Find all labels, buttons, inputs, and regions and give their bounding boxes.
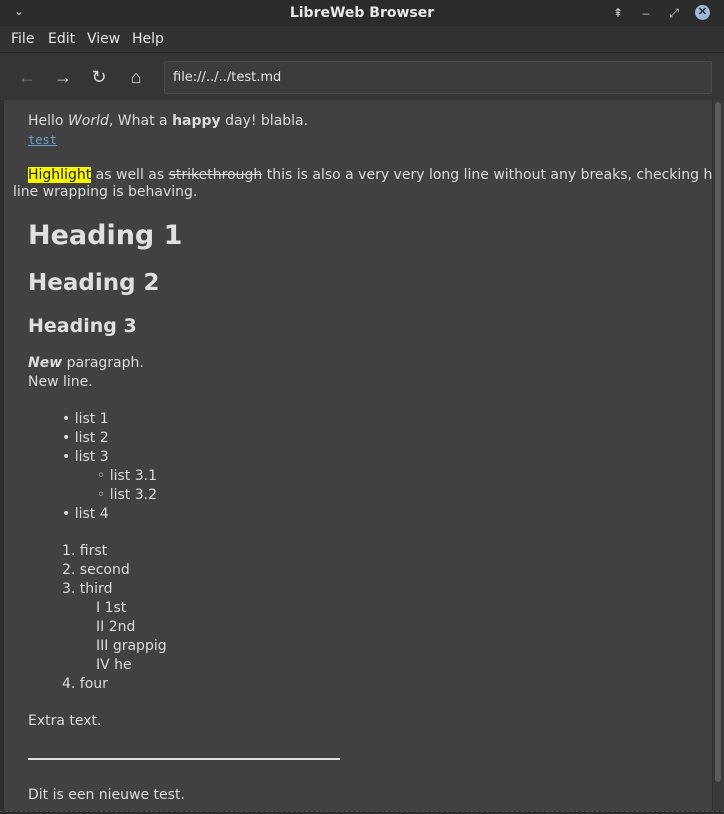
wrapped-line: line wrapping is behaving. [13,184,198,200]
minimize-icon[interactable]: – [638,5,654,21]
menu-view[interactable]: View [87,31,120,47]
menu-bar: File Edit View Help [0,26,724,52]
bold-text: happy [172,113,221,129]
text-span: as well as [91,167,169,183]
list-item: ◦ list 3.1 [97,468,157,484]
menu-help[interactable]: Help [132,31,164,47]
list-item: 1. first [62,543,108,559]
strikethrough-text: strikethrough [168,167,263,183]
menu-file[interactable]: File [11,31,34,47]
text-span: paragraph. [62,355,144,371]
list-item: II 2nd [96,619,136,635]
list-item: • list 3 [62,449,109,465]
title-bar: ⌄ LibreWeb Browser ⇞ – ⤢ ✕ [0,0,724,26]
test-link[interactable]: test [28,133,57,147]
maximize-icon[interactable]: ⤢ [666,5,682,21]
menu-edit[interactable]: Edit [48,31,75,47]
close-icon[interactable]: ✕ [695,5,710,20]
long-line: Highlight as well as strikethrough this … [28,167,712,183]
list-item: IV he [96,657,132,673]
text-span: this is also a very very long line witho… [262,167,712,183]
new-paragraph: New paragraph. [28,355,144,371]
text-span: , What a [108,113,173,129]
home-icon[interactable]: ⌂ [125,66,147,88]
list-item: ◦ list 3.2 [97,487,157,503]
italic-text: World [67,113,109,129]
list-item: • list 2 [62,430,109,446]
pin-icon[interactable]: ⇞ [610,5,626,21]
page-content: Hello World, What a happy day! blabla. t… [4,100,712,811]
list-item: • list 4 [62,506,109,522]
arrow-right-icon[interactable]: → [52,66,74,88]
arrow-left-icon[interactable]: ← [16,66,38,88]
intro-line: Hello World, What a happy day! blabla. [28,113,308,129]
address-bar[interactable]: file://../../test.md [164,61,712,94]
text-span: day! blabla. [220,113,309,129]
scrollbar-thumb[interactable] [715,102,721,782]
list-item: 3. third [62,581,113,597]
heading-1: Heading 1 [28,220,183,251]
heading-2: Heading 2 [28,270,160,296]
text-span: Hello [28,113,68,129]
horizontal-rule [28,758,340,760]
list-item: 4. four [62,676,108,692]
list-item: III grappig [96,638,167,654]
list-item: 2. second [62,562,130,578]
extra-text: Extra text. [28,713,102,729]
bold-italic-text: New [28,355,63,371]
heading-3: Heading 3 [28,315,137,337]
reload-icon[interactable]: ↻ [88,66,110,88]
toolbar: ← → ↻ ⌂ file://../../test.md [0,52,724,100]
list-item: • list 1 [62,411,109,427]
list-item: I 1st [96,600,127,616]
new-line: New line. [28,374,93,390]
vertical-scrollbar[interactable] [713,100,724,811]
last-paragraph: Dit is een nieuwe test. [28,787,185,803]
highlighted-text: Highlight [28,167,92,183]
